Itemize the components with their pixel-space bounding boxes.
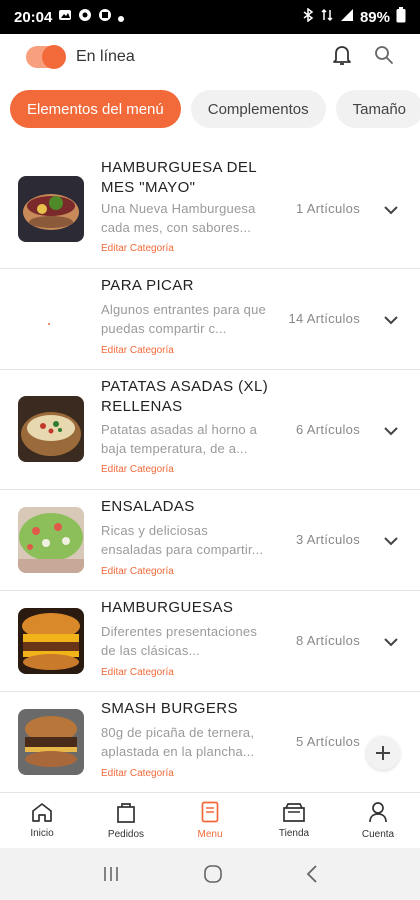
chevron-down-icon[interactable]: [382, 633, 400, 651]
category-description: Ricas y deliciosas ensaladas para compar…: [101, 523, 264, 557]
category-description: Una Nueva Hamburguesa cada mes, con sabo…: [101, 201, 256, 235]
list-item[interactable]: SMASH BURGERS 80g de picaña de ternera, …: [0, 692, 420, 792]
battery-icon: [396, 7, 406, 27]
nav-label: Inicio: [30, 828, 54, 839]
search-icon[interactable]: [374, 45, 394, 70]
signal-icon: [340, 8, 354, 26]
online-toggle[interactable]: [26, 45, 66, 69]
toggle-knob: [42, 45, 66, 69]
nav-account[interactable]: Cuenta: [336, 793, 420, 848]
store-icon: [283, 803, 305, 822]
tab-menu-items[interactable]: Elementos del menú: [10, 90, 181, 128]
nav-label: Tienda: [278, 828, 310, 839]
category-description: 80g de picaña de ternera, aplastada en l…: [101, 725, 255, 759]
category-description: Patatas asadas al horno a baja temperatu…: [101, 422, 258, 456]
nav-label: Cuenta: [361, 829, 395, 840]
category-title: SMASH BURGERS: [101, 700, 238, 717]
edit-category-link[interactable]: Editar Categoría: [101, 768, 174, 779]
gallery-icon: [58, 8, 72, 26]
nav-label: Menu: [197, 829, 223, 840]
plus-icon: [376, 746, 390, 760]
system-navigation-bar: [0, 848, 420, 900]
tab-size[interactable]: Tamaño: [335, 90, 420, 128]
nav-orders[interactable]: Pedidos: [84, 793, 168, 848]
bag-icon: [117, 803, 135, 823]
edit-category-link[interactable]: Editar Categoría: [101, 464, 174, 475]
category-image-baked-potato: [18, 396, 84, 462]
online-label: En línea: [76, 48, 135, 65]
item-count: 8 Artículos: [296, 633, 360, 648]
category-image-salad: [18, 507, 84, 573]
item-count: 14 Artículos: [288, 311, 360, 326]
category-image-burger-of-month: [18, 176, 84, 242]
edit-category-link[interactable]: Editar Categoría: [101, 667, 174, 678]
back-icon[interactable]: [305, 864, 319, 884]
nav-store[interactable]: Tienda: [252, 793, 336, 848]
bluetooth-icon: [302, 7, 314, 26]
list-item[interactable]: HAMBURGUESA DEL MES "MAYO" Una Nueva Ham…: [0, 138, 420, 269]
list-item[interactable]: HAMBURGUESAS Diferentes presentaciones d…: [0, 591, 420, 692]
battery-level: 89%: [359, 8, 390, 26]
status-bar: 20:04 89%: [0, 0, 420, 34]
category-description: Diferentes presentaciones de las clásica…: [101, 624, 258, 658]
menu-book-icon: [201, 801, 219, 823]
user-icon: [369, 802, 387, 823]
category-title: PARA PICAR: [101, 277, 194, 294]
bottom-nav: Inicio Pedidos Menu Tienda Cuenta: [0, 792, 420, 848]
category-title: HAMBURGUESAS: [101, 599, 234, 616]
chevron-down-icon[interactable]: [382, 422, 400, 440]
chevron-down-icon[interactable]: [382, 311, 400, 329]
dot-icon: [118, 9, 125, 26]
add-category-button[interactable]: [366, 736, 400, 770]
home-button-icon[interactable]: [203, 864, 223, 884]
tab-complements[interactable]: Complementos: [190, 90, 326, 128]
app-header: En línea: [0, 34, 420, 80]
item-count: 6 Artículos: [296, 422, 360, 437]
item-count: 5 Artículos: [296, 734, 360, 749]
edit-category-link[interactable]: Editar Categoría: [101, 345, 174, 356]
status-time: 20:04: [14, 8, 53, 26]
app-icon: [78, 8, 92, 26]
data-icon: [320, 8, 334, 26]
chevron-down-icon[interactable]: [382, 201, 400, 219]
category-description: Algunos entrantes para que puedas compar…: [101, 302, 266, 336]
nav-home[interactable]: Inicio: [0, 793, 84, 848]
nav-label: Pedidos: [107, 829, 145, 840]
category-title: PATATAS ASADAS (XL) RELLENAS: [101, 378, 269, 415]
list-item[interactable]: PATATAS ASADAS (XL) RELLENAS Patatas asa…: [0, 370, 420, 490]
nav-menu[interactable]: Menu: [168, 793, 252, 848]
list-item[interactable]: ENSALADAS Ricas y deliciosas ensaladas p…: [0, 490, 420, 591]
category-image-smash-burger: [18, 709, 84, 775]
edit-category-link[interactable]: Editar Categoría: [101, 566, 174, 577]
bell-icon[interactable]: [332, 44, 352, 71]
home-icon: [32, 803, 52, 822]
category-list: HAMBURGUESA DEL MES "MAYO" Una Nueva Ham…: [0, 138, 420, 792]
category-title: HAMBURGUESA DEL MES "MAYO": [101, 159, 257, 196]
notification-icon: [98, 8, 112, 26]
category-tabs: Elementos del menú Complementos Tamaño: [0, 80, 420, 138]
edit-category-link[interactable]: Editar Categoría: [101, 243, 174, 254]
item-count: 1 Artículos: [296, 201, 360, 216]
item-count: 3 Artículos: [296, 532, 360, 547]
list-item[interactable]: PARA PICAR Algunos entrantes para que pu…: [0, 269, 420, 370]
recent-apps-icon[interactable]: [101, 865, 121, 883]
category-image-placeholder: [18, 286, 84, 352]
chevron-down-icon[interactable]: [382, 532, 400, 550]
category-image-burger: [18, 608, 84, 674]
category-title: ENSALADAS: [101, 498, 195, 515]
